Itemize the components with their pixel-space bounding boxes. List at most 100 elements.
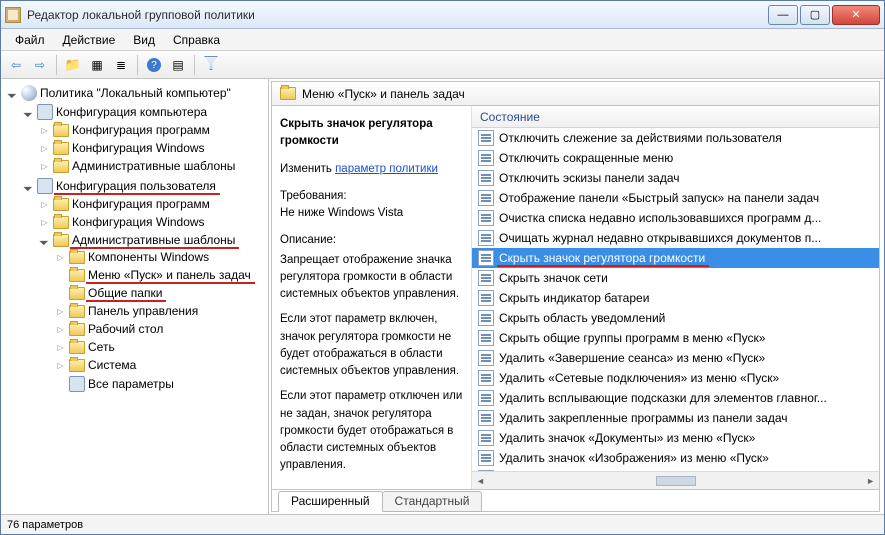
- description-p2: Если этот параметр включен, значок регул…: [280, 311, 463, 380]
- up-button[interactable]: [62, 54, 84, 76]
- settings-icon: [69, 376, 85, 392]
- policy-list[interactable]: Отключить слежение за действиями пользов…: [472, 128, 879, 471]
- menu-file[interactable]: Файл: [7, 31, 53, 49]
- minimize-button[interactable]: ―: [768, 5, 798, 25]
- policy-item-label: Скрыть область уведомлений: [499, 311, 665, 325]
- help-button[interactable]: [143, 54, 165, 76]
- close-button[interactable]: ✕: [832, 5, 880, 25]
- policy-item-label: Скрыть значок регулятора громкости: [499, 251, 705, 265]
- folder-icon: [69, 251, 85, 264]
- policy-item[interactable]: Отключить сокращенные меню: [472, 148, 879, 168]
- policy-icon: [478, 150, 494, 166]
- maximize-button[interactable]: ▢: [800, 5, 830, 25]
- view-tree-button[interactable]: [86, 54, 108, 76]
- expand-icon[interactable]: [23, 107, 34, 118]
- policy-item[interactable]: Отключить эскизы панели задач: [472, 168, 879, 188]
- view-list-button[interactable]: [110, 54, 132, 76]
- tree-item[interactable]: Сеть: [53, 339, 268, 355]
- policy-item[interactable]: Удалить «Сетевые подключения» из меню «П…: [472, 368, 879, 388]
- tree-label: Конфигурация Windows: [72, 141, 205, 155]
- edit-line: Изменить параметр политики: [280, 161, 463, 178]
- properties-button[interactable]: [167, 54, 189, 76]
- policy-icon: [478, 230, 494, 246]
- horizontal-scrollbar[interactable]: [472, 471, 879, 489]
- tree-label: Конфигурация программ: [72, 123, 210, 137]
- expand-icon[interactable]: [39, 217, 50, 228]
- policy-item[interactable]: Скрыть область уведомлений: [472, 308, 879, 328]
- policy-icon: [21, 85, 37, 101]
- expand-icon[interactable]: [39, 199, 50, 210]
- expand-icon[interactable]: [39, 161, 50, 172]
- policy-item-label: Удалить «Завершение сеанса» из меню «Пус…: [499, 351, 765, 365]
- description: Описание: Запрещает отображение значка р…: [280, 232, 463, 474]
- policy-icon: [478, 190, 494, 206]
- tree-item[interactable]: Все параметры: [53, 375, 268, 393]
- policy-item[interactable]: Удалить значок «Изображения» из меню «Пу…: [472, 448, 879, 468]
- filter-button[interactable]: [200, 54, 222, 76]
- expand-icon[interactable]: [23, 181, 34, 192]
- edit-policy-link[interactable]: параметр политики: [335, 163, 438, 175]
- list-pane: Состояние Отключить слежение за действия…: [472, 106, 879, 489]
- expand-icon[interactable]: [39, 143, 50, 154]
- tree-label: Общие папки: [88, 286, 162, 300]
- content-panel: Меню «Пуск» и панель задач Скрыть значок…: [271, 81, 880, 512]
- view-tabs: Расширенный Стандартный: [272, 489, 879, 511]
- expand-icon[interactable]: [55, 306, 66, 317]
- policy-item-label: Очистка списка недавно использовавшихся …: [499, 211, 821, 225]
- folder-icon: [53, 234, 69, 247]
- expand-icon[interactable]: [39, 125, 50, 136]
- tree-label: Панель управления: [88, 304, 198, 318]
- tree-computer-configuration[interactable]: Конфигурация компьютера: [21, 103, 268, 121]
- tab-standard[interactable]: Стандартный: [382, 491, 483, 512]
- tree-user-configuration[interactable]: Конфигурация пользователя: [21, 177, 268, 195]
- policy-item[interactable]: Удалить всплывающие подсказки для элемен…: [472, 388, 879, 408]
- tree-item[interactable]: Рабочий стол: [53, 321, 268, 337]
- panel-title: Меню «Пуск» и панель задач: [302, 87, 465, 101]
- policy-icon: [478, 470, 494, 471]
- expand-icon[interactable]: [7, 88, 18, 99]
- tree-item[interactable]: Конфигурация программ: [37, 122, 268, 138]
- policy-item[interactable]: Очищать журнал недавно открывавшихся док…: [472, 228, 879, 248]
- tree-item[interactable]: Административные шаблоны: [37, 158, 268, 174]
- back-button[interactable]: [5, 54, 27, 76]
- policy-item[interactable]: Удалить «Завершение сеанса» из меню «Пус…: [472, 348, 879, 368]
- tree-root[interactable]: Политика "Локальный компьютер": [5, 84, 268, 102]
- navigation-tree[interactable]: Политика "Локальный компьютер" Конфигура…: [1, 79, 269, 514]
- tree-item[interactable]: Панель управления: [53, 303, 268, 319]
- policy-item[interactable]: Удалить значок «Документы» из меню «Пуск…: [472, 428, 879, 448]
- tree-item[interactable]: Конфигурация Windows: [37, 140, 268, 156]
- tree-startmenu-taskbar[interactable]: Меню «Пуск» и панель задач: [53, 267, 268, 283]
- window-title: Редактор локальной групповой политики: [27, 8, 766, 22]
- menu-view[interactable]: Вид: [125, 31, 163, 49]
- folder-icon: [69, 305, 85, 318]
- menu-action[interactable]: Действие: [55, 31, 124, 49]
- column-header-state[interactable]: Состояние: [472, 106, 879, 128]
- title-bar: Редактор локальной групповой политики ― …: [1, 1, 884, 29]
- tree-admin-templates[interactable]: Административные шаблоны: [37, 232, 268, 248]
- expand-icon[interactable]: [55, 252, 66, 263]
- policy-item-label: Скрыть значок сети: [499, 271, 608, 285]
- menu-help[interactable]: Справка: [165, 31, 228, 49]
- expand-icon[interactable]: [55, 324, 66, 335]
- policy-item[interactable]: Удалить закрепленные программы из панели…: [472, 408, 879, 428]
- expand-icon[interactable]: [55, 360, 66, 371]
- forward-button[interactable]: [29, 54, 51, 76]
- policy-item[interactable]: Скрыть значок сети: [472, 268, 879, 288]
- description-p3: Если этот параметр отключен или не задан…: [280, 388, 463, 474]
- tree-item[interactable]: Конфигурация программ: [37, 196, 268, 212]
- policy-item[interactable]: Скрыть индикатор батареи: [472, 288, 879, 308]
- tab-extended[interactable]: Расширенный: [278, 491, 383, 512]
- policy-item[interactable]: Отключить слежение за действиями пользов…: [472, 128, 879, 148]
- tree-item[interactable]: Компоненты Windows: [53, 249, 268, 265]
- policy-item[interactable]: Очистка списка недавно использовавшихся …: [472, 208, 879, 228]
- requirements-label: Требования:: [280, 188, 463, 205]
- policy-item[interactable]: Скрыть значок регулятора громкости: [472, 248, 879, 268]
- tree-item[interactable]: Система: [53, 357, 268, 373]
- expand-icon[interactable]: [39, 235, 50, 246]
- policy-item[interactable]: Отображение панели «Быстрый запуск» на п…: [472, 188, 879, 208]
- policy-item[interactable]: Скрыть общие группы программ в меню «Пус…: [472, 328, 879, 348]
- expand-icon[interactable]: [55, 342, 66, 353]
- tree-label: Рабочий стол: [88, 322, 163, 336]
- tree-item[interactable]: Общие папки: [53, 285, 268, 301]
- tree-item[interactable]: Конфигурация Windows: [37, 214, 268, 230]
